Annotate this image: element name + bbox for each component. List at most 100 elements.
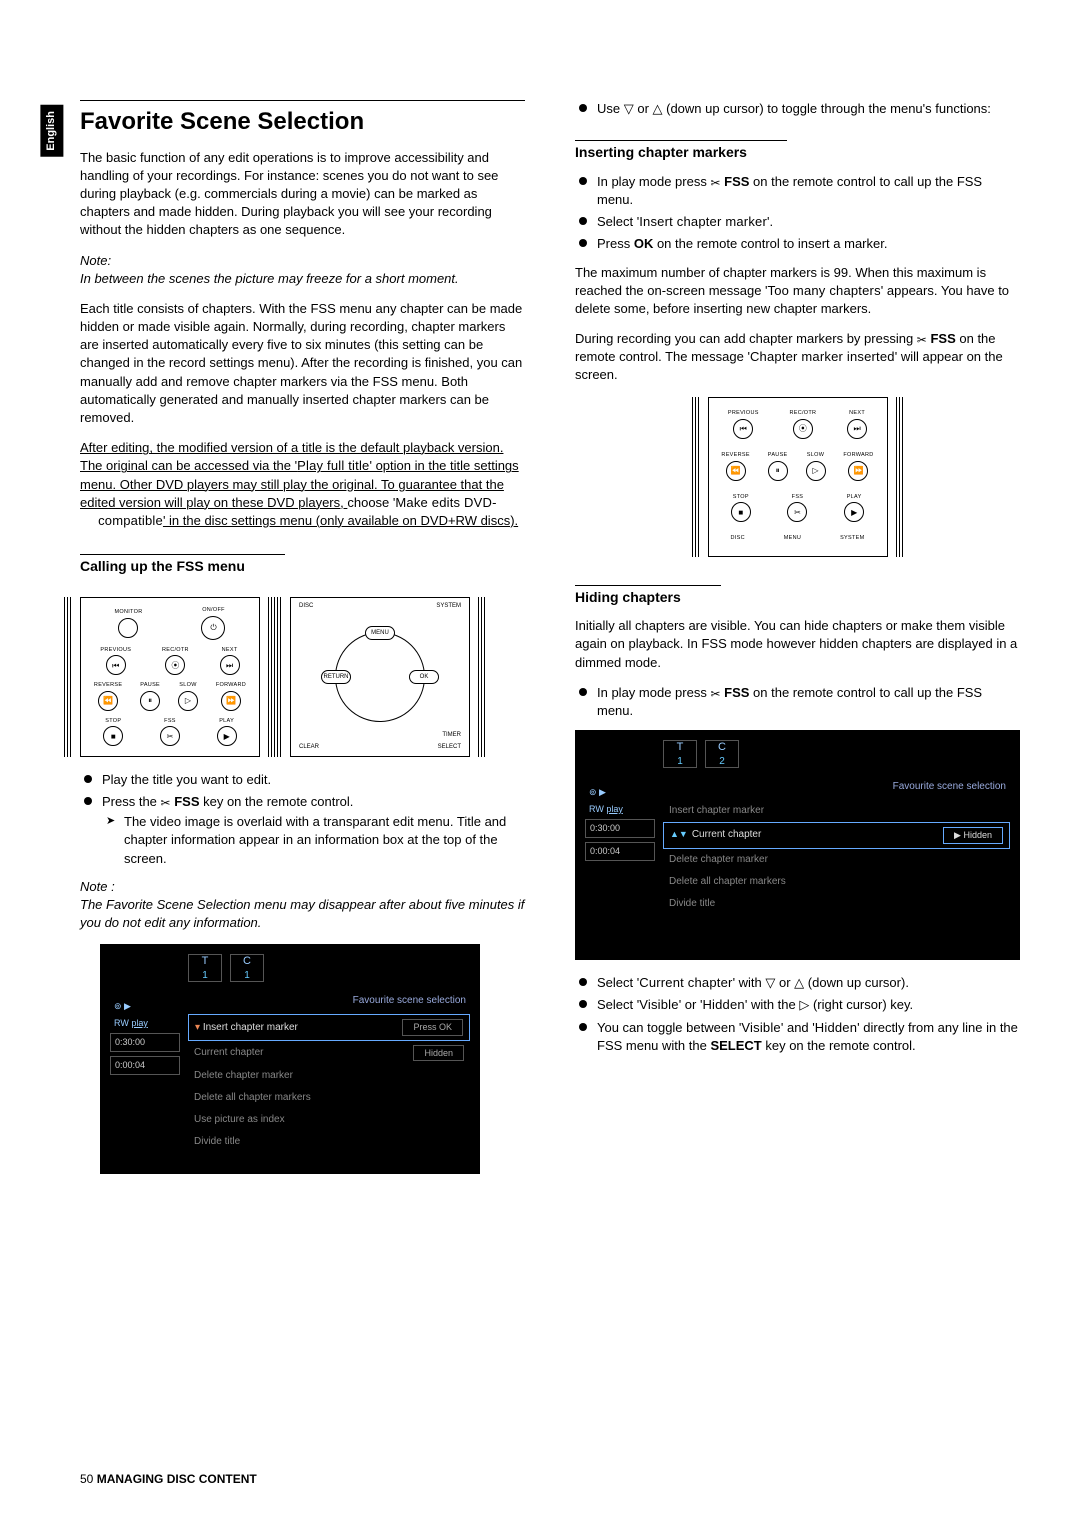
scissors-icon: ✂	[710, 175, 720, 192]
osd-row: Delete chapter marker	[669, 853, 768, 867]
page-footer: 50 MANAGING DISC CONTENT	[80, 1471, 257, 1488]
osd-label: T	[202, 954, 209, 969]
label: REVERSE	[721, 452, 749, 460]
label: SELECT	[438, 743, 461, 751]
prev-button-icon: ⏮	[106, 655, 126, 675]
osd-rightbox: Hidden	[963, 830, 992, 840]
fss-button-icon: ✂	[160, 726, 180, 746]
osd-row: Divide title	[669, 897, 715, 911]
label: FORWARD	[216, 682, 246, 690]
osd-label: RW	[589, 804, 604, 814]
monitor-button-icon	[118, 618, 138, 638]
text: SELECT	[710, 1038, 761, 1053]
rec-button-icon: ⦿	[165, 655, 185, 675]
osd-value: 1	[244, 969, 250, 983]
label: TIMER	[442, 731, 461, 739]
label: DISC	[299, 602, 313, 610]
pause-button-icon: ⏸	[140, 691, 160, 711]
scissors-icon: ✂	[161, 795, 171, 812]
text: FSS	[721, 685, 750, 700]
label: ON/OFF	[202, 607, 225, 615]
text: Press	[597, 236, 634, 251]
remote-diagram-center: PREVIOUS⏮ REC/OTR⦿ NEXT⏭ REVERSE⏪ PAUSE⏸…	[575, 397, 1020, 557]
text: key on the remote control.	[200, 794, 354, 809]
list-item: Select 'Current chapter' with ▽ or △ (do…	[575, 974, 1020, 992]
osd-screenshot-2: T1 C2 ⊚ ▶ RW play 0:30:00 0:00:04 Favour…	[575, 730, 1020, 960]
text: OK	[634, 236, 654, 251]
term: Hidden	[815, 1020, 857, 1035]
osd-time: 0:30:00	[110, 1033, 180, 1052]
label: CLEAR	[299, 743, 319, 751]
text: key on the remote control.	[762, 1038, 916, 1053]
insert-markers-list: In play mode press ✂ FSS on the remote c…	[575, 173, 1020, 254]
text: on the remote control to insert a marker…	[653, 236, 887, 251]
remote-nav-diagram: DISC SYSTEM CLEAR TIMER SELECT MENU RETU…	[290, 597, 470, 757]
page-number: 50	[80, 1472, 93, 1486]
continue-list: Use ▽ or △ (down up cursor) to toggle th…	[575, 100, 1020, 118]
power-button-icon: ⏻	[201, 616, 225, 640]
stop-button-icon: ■	[731, 502, 751, 522]
label: DISC	[731, 535, 745, 543]
intro-paragraph: The basic function of any edit operation…	[80, 149, 525, 240]
label: SYSTEM	[840, 535, 864, 543]
osd-label: T	[677, 740, 684, 755]
osd-label: C	[243, 954, 251, 969]
fwd-button-icon: ⏩	[221, 691, 241, 711]
label: SYSTEM	[436, 602, 461, 610]
label: MONITOR	[115, 609, 143, 617]
next-button-icon: ⏭	[220, 655, 240, 675]
text: During recording you can add chapter mar…	[575, 331, 917, 346]
term: Visible	[741, 1020, 780, 1035]
label: REVERSE	[94, 682, 122, 690]
osd-row: Delete chapter marker	[194, 1069, 293, 1083]
osd-rightbox: Hidden	[413, 1045, 464, 1062]
osd-row: Delete all chapter markers	[194, 1091, 311, 1105]
hiding-list-2: Select 'Current chapter' with ▽ or △ (do…	[575, 974, 1020, 1055]
body-paragraph: The maximum number of chapter markers is…	[575, 264, 1020, 319]
text: '.	[767, 214, 773, 229]
text: choose '	[347, 495, 395, 510]
osd-row: Current chapter	[194, 1046, 263, 1060]
label: SLOW	[807, 452, 824, 460]
osd-row: Insert chapter marker	[669, 804, 764, 818]
scissors-icon: ✂	[917, 332, 927, 349]
play-button-icon: ▶	[217, 726, 237, 746]
text: ' or '	[679, 997, 703, 1012]
page-columns: Favorite Scene Selection The basic funct…	[80, 100, 1020, 1188]
note-label: Note:	[80, 252, 525, 270]
osd-time: 0:00:04	[110, 1056, 180, 1075]
term: Chapter marker inserted	[750, 349, 895, 364]
text: ' and '	[781, 1020, 815, 1035]
body-paragraph: Initially all chapters are visible. You …	[575, 617, 1020, 672]
rev-button-icon: ⏪	[98, 691, 118, 711]
list-item: Play the title you want to edit.	[80, 771, 525, 789]
osd-value: 1	[202, 969, 208, 983]
term: Hidden	[702, 997, 744, 1012]
subheading-fss-menu: Calling up the FSS menu	[80, 554, 285, 577]
text: Select '	[597, 214, 639, 229]
osd-header: Favourite scene selection	[663, 774, 1010, 800]
osd-value: 2	[719, 755, 725, 769]
term: Make edits DVD-	[395, 495, 496, 510]
scissors-icon: ✂	[710, 686, 720, 703]
text: In play mode press	[597, 174, 710, 189]
footer-title: MANAGING DISC CONTENT	[97, 1472, 257, 1486]
rec-button-icon: ⦿	[793, 419, 813, 439]
label: PREVIOUS	[728, 410, 759, 418]
language-tab: English	[40, 105, 63, 157]
term: Too many chapters	[768, 283, 881, 298]
fss-steps-list: Play the title you want to edit. Press t…	[80, 771, 525, 868]
term: compatible	[98, 513, 163, 528]
label: FORWARD	[843, 452, 873, 460]
text: ' with ▽ or △ (down up cursor).	[733, 975, 909, 990]
remote-transport-diagram: MONITOR ON/OFF⏻ PREVIOUS⏮ REC/OTR⦿ NEXT⏭…	[80, 597, 260, 757]
label: FSS	[792, 494, 804, 502]
return-pill: RETURN	[321, 670, 351, 684]
body-paragraph: After editing, the modified version of a…	[80, 439, 525, 530]
text: ' with the ▷ (right cursor) key.	[745, 997, 913, 1012]
osd-row: Use picture as index	[194, 1113, 285, 1127]
note-label: Note :	[80, 878, 525, 896]
list-item: Select 'Insert chapter marker'.	[575, 213, 1020, 231]
osd-header: Favourite scene selection	[188, 988, 470, 1014]
text: FSS	[171, 794, 200, 809]
